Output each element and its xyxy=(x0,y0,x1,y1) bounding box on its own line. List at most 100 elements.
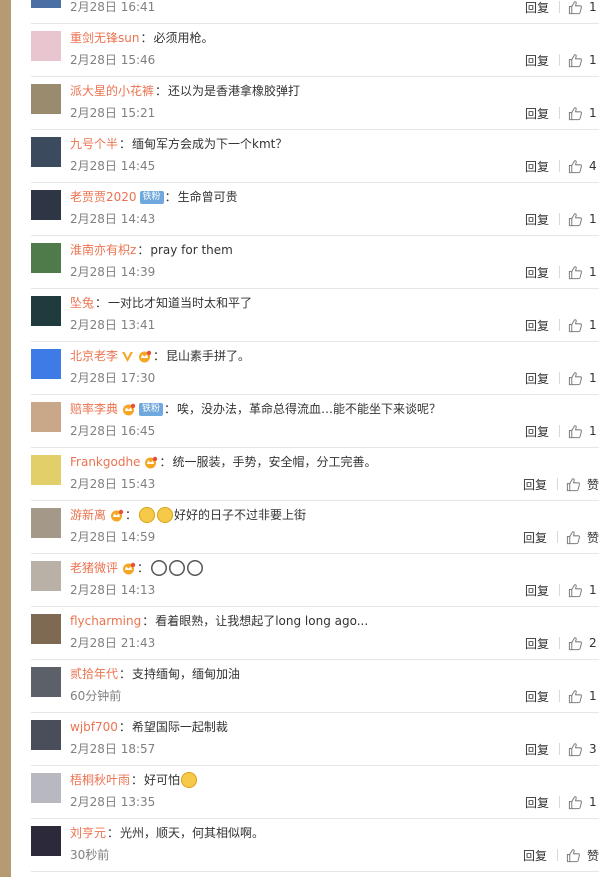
action-divider xyxy=(559,213,560,225)
comment-content: 希望国际一起制裁 xyxy=(131,720,228,734)
like-button[interactable]: 3 xyxy=(568,742,599,757)
reply-button[interactable]: 回复 xyxy=(525,158,549,175)
member-crown-icon xyxy=(121,562,136,575)
like-button[interactable]: 1 xyxy=(568,53,599,68)
username-link[interactable]: Frankgodhe xyxy=(70,453,140,471)
like-button[interactable]: 1 xyxy=(568,106,599,121)
reply-button[interactable]: 回复 xyxy=(525,423,549,440)
avatar[interactable] xyxy=(31,137,61,167)
username-link[interactable]: 老贾贾2020 xyxy=(70,188,137,206)
avatar[interactable] xyxy=(31,508,61,538)
username-colon: ： xyxy=(137,243,150,257)
comment-content: 看着眼熟，让我想起了long long ago... xyxy=(155,614,369,628)
comment-content: 一对比才知道当时太和平了 xyxy=(108,296,253,310)
username-link[interactable]: 九号个半 xyxy=(70,135,118,153)
reply-button[interactable]: 回复 xyxy=(525,370,549,387)
avatar[interactable] xyxy=(31,720,61,750)
comment-item: flycharming：看着眼熟，让我想起了long long ago... 2月… xyxy=(31,607,599,660)
username-link[interactable]: 派大星的小花裤 xyxy=(70,82,154,100)
avatar[interactable] xyxy=(31,773,61,803)
username-link[interactable]: 北京老李 xyxy=(70,347,118,365)
like-button[interactable]: 4 xyxy=(568,159,599,174)
avatar[interactable] xyxy=(31,614,61,644)
comment-actions: 回复 1 xyxy=(525,316,599,334)
avatar[interactable] xyxy=(31,0,61,8)
username-link[interactable]: 游新离 xyxy=(70,506,106,524)
comment-item: 九号个半：缅甸军方会成为下一个kmt？ 2月28日 14:45 回复 4 xyxy=(31,130,599,183)
reply-button[interactable]: 回复 xyxy=(525,0,549,16)
page-left-border xyxy=(0,0,11,877)
like-button[interactable]: 1 xyxy=(568,689,599,704)
reply-button[interactable]: 回复 xyxy=(525,105,549,122)
reply-button[interactable]: 回复 xyxy=(525,317,549,334)
username-link[interactable]: 老猪微评 xyxy=(70,559,118,577)
comment-text-line: 淮南亦有枳z： pray for them xyxy=(70,241,233,259)
avatar[interactable] xyxy=(31,84,61,114)
like-button[interactable]: 1 xyxy=(568,212,599,227)
comment-content: pray for them xyxy=(150,243,233,257)
avatar[interactable] xyxy=(31,402,61,432)
like-button[interactable]: 1 xyxy=(568,424,599,439)
reply-button[interactable]: 回复 xyxy=(523,529,547,546)
comment-time: 2月28日 13:41 xyxy=(70,318,156,332)
like-count: 4 xyxy=(589,159,597,173)
avatar[interactable] xyxy=(31,349,61,379)
avatar[interactable] xyxy=(31,455,61,485)
comment-text-line: 梧桐秋叶雨：好可怕 xyxy=(70,771,198,789)
avatar[interactable] xyxy=(31,31,61,61)
comment-actions: 回复 2 xyxy=(525,634,599,652)
reply-button[interactable]: 回复 xyxy=(525,794,549,811)
thumbs-up-icon xyxy=(568,106,582,120)
avatar[interactable] xyxy=(31,667,61,697)
comment-content: 必须用枪。 xyxy=(153,31,214,45)
username-link[interactable]: 贰拾年代 xyxy=(70,665,118,683)
username-link[interactable]: 赔率李典 xyxy=(70,400,118,418)
reply-button[interactable]: 回复 xyxy=(525,582,549,599)
avatar[interactable] xyxy=(31,190,61,220)
reply-button[interactable]: 回复 xyxy=(525,635,549,652)
avatar[interactable] xyxy=(31,243,61,273)
reply-button[interactable]: 回复 xyxy=(525,211,549,228)
comment-item: wjbf700：希望国际一起制裁 2月28日 18:57 回复 3 xyxy=(31,713,599,766)
like-count: 赞 xyxy=(586,477,599,492)
avatar[interactable] xyxy=(31,296,61,326)
like-button[interactable]: 赞 xyxy=(566,529,599,546)
username-link[interactable]: 淮南亦有枳z xyxy=(70,241,136,259)
like-button[interactable]: 1 xyxy=(568,0,599,15)
comment-content: 唉，没办法，革命总得流血…能不能坐下来谈呢？ xyxy=(177,402,442,416)
like-button[interactable]: 1 xyxy=(568,265,599,280)
like-button[interactable]: 赞 xyxy=(566,847,599,864)
reply-button[interactable]: 回复 xyxy=(525,264,549,281)
like-count: 1 xyxy=(589,583,597,597)
like-button[interactable]: 1 xyxy=(568,371,599,386)
username-link[interactable]: 梧桐秋叶雨 xyxy=(70,771,130,789)
username-link[interactable]: 坠兔 xyxy=(70,294,94,312)
reply-button[interactable]: 回复 xyxy=(525,688,549,705)
like-button[interactable]: 1 xyxy=(568,318,599,333)
action-divider xyxy=(559,160,560,172)
like-count: 2 xyxy=(589,636,597,650)
username-link[interactable]: 重剑无锋sun xyxy=(70,29,139,47)
reply-button[interactable]: 回复 xyxy=(523,847,547,864)
username-link[interactable]: 刘亨元 xyxy=(70,824,106,842)
like-button[interactable]: 2 xyxy=(568,636,599,651)
username-colon: ： xyxy=(140,31,153,45)
reply-button[interactable]: 回复 xyxy=(525,741,549,758)
thumbs-up-icon xyxy=(568,636,582,650)
comment-time: 2月28日 21:43 xyxy=(70,636,156,650)
comment-text-line: 游新离 ： 好好的日子不过非要上街 xyxy=(70,506,306,524)
reply-button[interactable]: 回复 xyxy=(525,52,549,69)
like-button[interactable]: 1 xyxy=(568,795,599,810)
username-link[interactable]: flycharming xyxy=(70,612,141,630)
reply-button[interactable]: 回复 xyxy=(523,476,547,493)
username-link[interactable]: wjbf700 xyxy=(70,718,118,736)
avatar[interactable] xyxy=(31,561,61,591)
comment-item: 老贾贾2020 铁粉：生命曾可贵 2月28日 14:43 回复 1 xyxy=(31,183,599,236)
comment-content: 统一服装，手势，安全帽，分工完善。 xyxy=(172,455,377,469)
iron-fan-badge: 铁粉 xyxy=(139,190,164,204)
like-button[interactable]: 1 xyxy=(568,583,599,598)
avatar[interactable] xyxy=(31,826,61,856)
like-button[interactable]: 赞 xyxy=(566,476,599,493)
action-divider xyxy=(556,478,558,490)
comment-text-line: wjbf700：希望国际一起制裁 xyxy=(70,718,228,736)
